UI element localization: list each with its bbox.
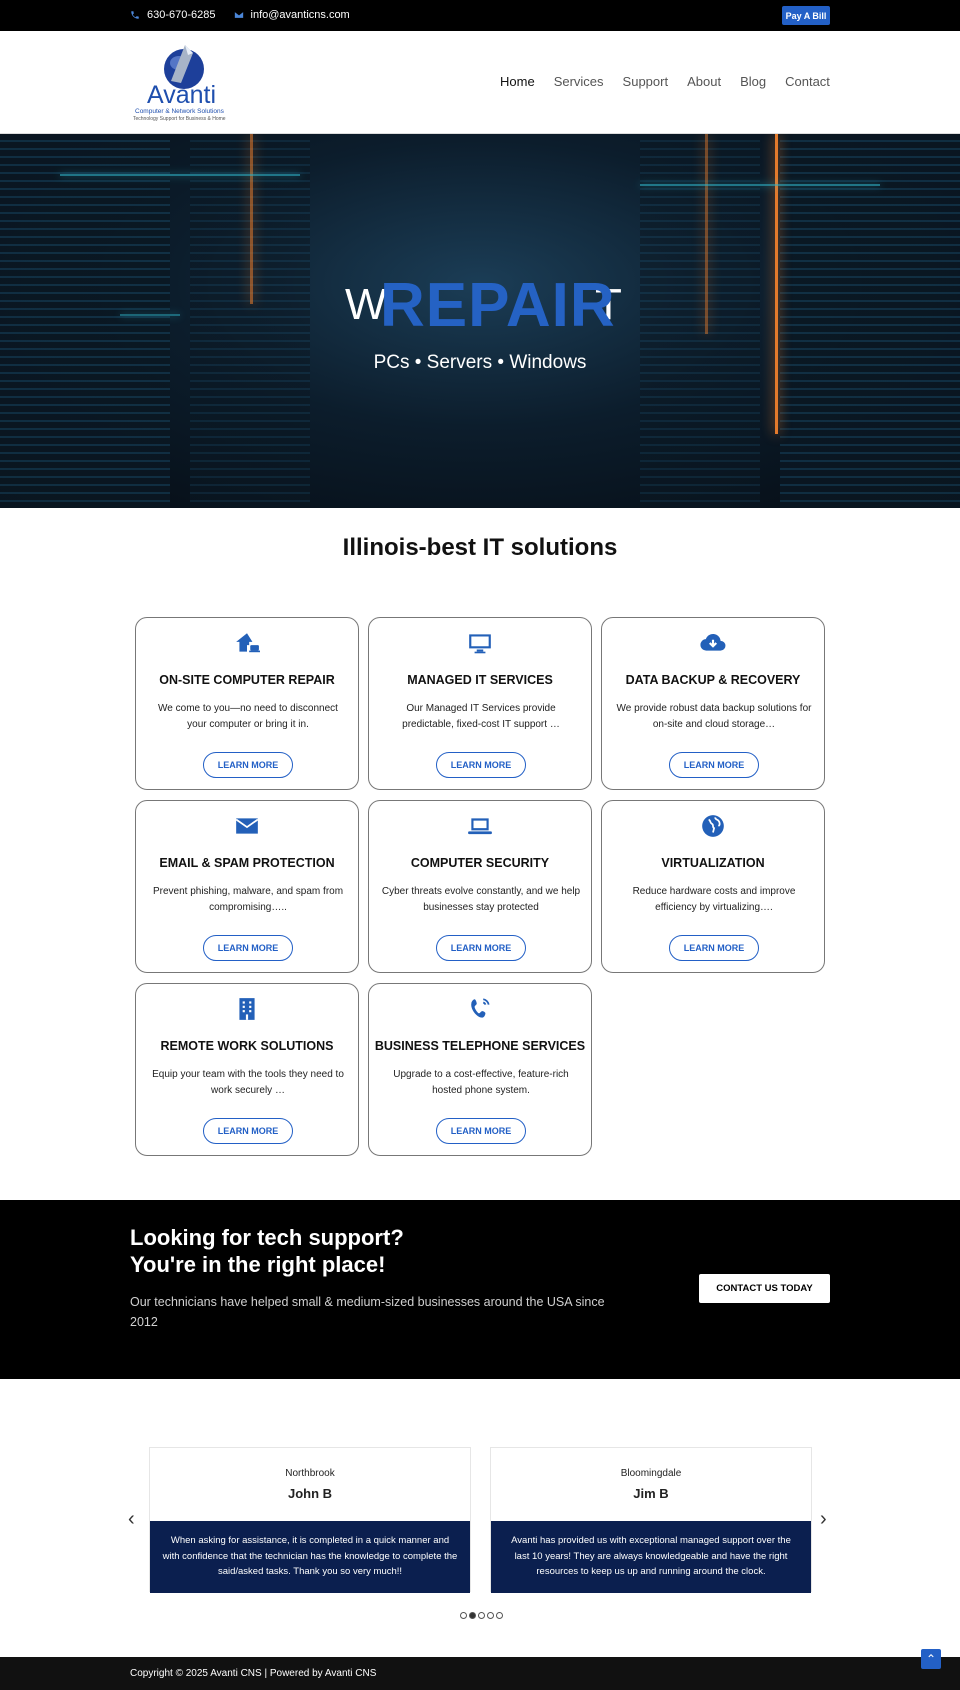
learn-more-button[interactable]: LEARN MORE (436, 1118, 526, 1144)
contact-us-button[interactable]: CONTACT US TODAY (699, 1274, 830, 1303)
hero-headline: REPAIR (380, 271, 616, 340)
service-card: BUSINESS TELEPHONE SERVICES Upgrade to a … (368, 983, 592, 1156)
hero-banner: W T REPAIR PCs • Servers • Windows (0, 134, 960, 508)
cyan-light (60, 174, 300, 176)
cloud-download-icon (602, 630, 824, 656)
cta-heading: Looking for tech support? You're in the … (130, 1224, 404, 1278)
nav-blog[interactable]: Blog (740, 74, 766, 89)
carousel-next-button[interactable]: › (820, 1508, 827, 1531)
learn-more-button[interactable]: LEARN MORE (436, 752, 526, 778)
service-title: MANAGED IT SERVICES (407, 673, 553, 687)
service-card: EMAIL & SPAM PROTECTION Prevent phishing,… (135, 800, 359, 973)
learn-more-button[interactable]: LEARN MORE (436, 935, 526, 961)
testimonial-location: Northbrook (285, 1468, 335, 1479)
pay-bill-button[interactable]: Pay A Bill (782, 6, 830, 25)
carousel-dot[interactable] (460, 1612, 467, 1619)
hero-tagline: PCs • Servers • Windows (373, 352, 587, 373)
carousel-prev-button[interactable]: ‹ (128, 1508, 135, 1531)
service-card: DATA BACKUP & RECOVERY We provide robust … (601, 617, 825, 790)
top-bar: 630-670-6285 info@avanticns.com Pay A Bi… (0, 0, 960, 31)
envelope-icon (136, 813, 358, 839)
nav-home[interactable]: Home (500, 74, 535, 89)
service-title: REMOTE WORK SOLUTIONS (160, 1039, 334, 1053)
envelope-icon (234, 12, 243, 18)
service-title: ON-SITE COMPUTER REPAIR (159, 673, 335, 687)
testimonial-card: Bloomingdale Jim B Avanti has provided u… (490, 1447, 812, 1593)
server-rack-right-2 (780, 134, 960, 508)
learn-more-button[interactable]: LEARN MORE (669, 935, 759, 961)
service-description: Our Managed IT Services provide predicta… (402, 703, 560, 730)
site-header: Avanti Computer & Network Solutions Tech… (0, 31, 960, 134)
service-title: DATA BACKUP & RECOVERY (625, 673, 801, 687)
service-description: We come to you—no need to disconnect you… (158, 703, 338, 730)
learn-more-button[interactable]: LEARN MORE (203, 935, 293, 961)
orange-light (775, 134, 778, 434)
service-description: Equip your team with the tools they need… (152, 1069, 344, 1096)
carousel-dots (460, 1612, 503, 1619)
building-icon (136, 996, 358, 1022)
services-title: Illinois-best IT solutions (342, 534, 618, 561)
nav-about[interactable]: About (687, 74, 721, 89)
phone-icon (131, 11, 139, 19)
laptop-icon (369, 813, 591, 839)
service-title: COMPUTER SECURITY (410, 856, 550, 870)
phone-link[interactable]: 630-670-6285 (130, 9, 216, 21)
cyan-light (640, 184, 880, 186)
main-nav: Home Services Support About Blog Contact (500, 74, 849, 89)
service-title: EMAIL & SPAM PROTECTION (159, 856, 335, 870)
service-card: MANAGED IT SERVICES Our Managed IT Servic… (368, 617, 592, 790)
testimonial-location: Bloomingdale (620, 1468, 682, 1479)
testimonial-name: John B (287, 1486, 333, 1501)
service-title: BUSINESS TELEPHONE SERVICES (374, 1039, 586, 1053)
testimonial-quote: When asking for assistance, it is comple… (150, 1521, 470, 1593)
carousel-dot[interactable] (496, 1612, 503, 1619)
cta-heading-line-1: Looking for tech support? (130, 1225, 404, 1250)
service-card: ON-SITE COMPUTER REPAIR We come to you—no… (135, 617, 359, 790)
orange-light (705, 134, 708, 334)
carousel-dot-active[interactable] (469, 1612, 476, 1619)
service-card: VIRTUALIZATION Reduce hardware costs and … (601, 800, 825, 973)
phone-volume-icon (369, 996, 591, 1022)
nav-support[interactable]: Support (623, 74, 669, 89)
nav-contact[interactable]: Contact (785, 74, 830, 89)
house-laptop-icon (136, 630, 358, 656)
server-rack-left (0, 134, 170, 508)
monitor-icon (369, 630, 591, 656)
site-footer: Copyright © 2025 Avanti CNS | Powered by… (0, 1657, 960, 1690)
phone-number: 630-670-6285 (147, 9, 216, 21)
cta-text: Our technicians have helped small & medi… (130, 1295, 605, 1329)
service-description: Upgrade to a cost-effective, feature-ric… (393, 1069, 569, 1096)
testimonial-name: Jim B (633, 1486, 669, 1501)
top-contact: 630-670-6285 info@avanticns.com (130, 9, 358, 21)
learn-more-button[interactable]: LEARN MORE (203, 752, 293, 778)
logo-subtagline: Technology Support for Business & Home (133, 116, 226, 122)
service-description: We provide robust data backup solutions … (616, 703, 812, 730)
carousel-dot[interactable] (487, 1612, 494, 1619)
logo-tagline: Computer & Network Solutions (135, 108, 224, 115)
cyan-light (120, 314, 180, 316)
server-rack-right (640, 134, 760, 508)
service-card: COMPUTER SECURITY Cyber threats evolve co… (368, 800, 592, 973)
globe-icon (602, 813, 824, 839)
email-address: info@avanticns.com (250, 9, 350, 21)
scroll-to-top-button[interactable]: ⌃ (921, 1649, 941, 1669)
service-title: VIRTUALIZATION (661, 856, 765, 870)
learn-more-button[interactable]: LEARN MORE (669, 752, 759, 778)
learn-more-button[interactable]: LEARN MORE (203, 1118, 293, 1144)
service-description: Cyber threats evolve constantly, and we … (381, 886, 581, 913)
service-card: REMOTE WORK SOLUTIONS Equip your team wit… (135, 983, 359, 1156)
site-logo[interactable]: Avanti Computer & Network Solutions Tech… (133, 41, 235, 126)
carousel-dot[interactable] (478, 1612, 485, 1619)
copyright-text: Copyright © 2025 Avanti CNS | Powered by… (130, 1668, 377, 1679)
nav-services[interactable]: Services (554, 74, 604, 89)
service-description: Prevent phishing, malware, and spam from… (152, 886, 344, 913)
cta-section: Looking for tech support? You're in the … (0, 1200, 960, 1379)
email-link[interactable]: info@avanticns.com (234, 9, 350, 21)
testimonial-quote: Avanti has provided us with exceptional … (491, 1521, 811, 1593)
cta-heading-line-2: You're in the right place! (130, 1252, 386, 1277)
testimonial-card: Northbrook John B When asking for assist… (149, 1447, 471, 1593)
logo-name: Avanti (147, 81, 217, 109)
orange-light (250, 134, 253, 304)
service-description: Reduce hardware costs and improve effici… (632, 886, 796, 913)
